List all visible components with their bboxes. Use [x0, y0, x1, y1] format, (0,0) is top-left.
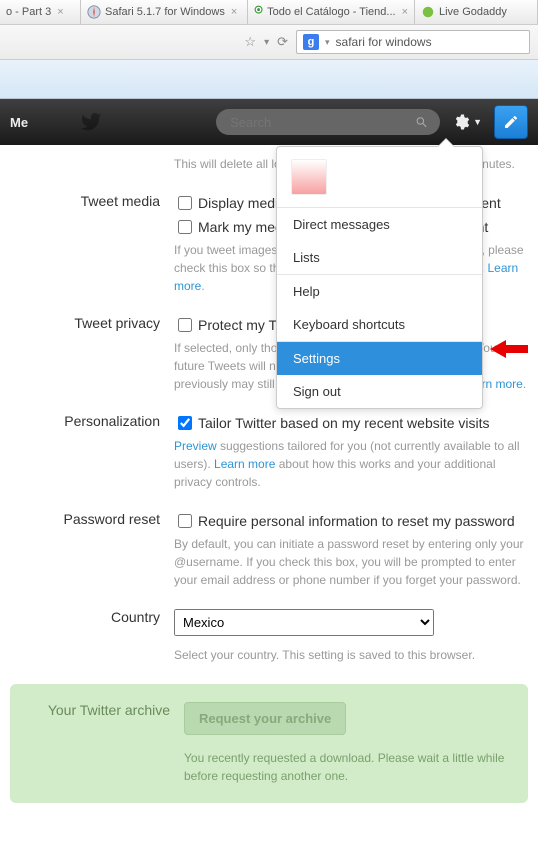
option-label: Require personal information to reset my… [198, 513, 515, 529]
window-chrome-band [0, 60, 538, 99]
google-icon: g [303, 34, 319, 50]
avatar [291, 159, 327, 195]
dropdown-icon[interactable]: ▾ [264, 37, 269, 48]
gear-menu-button[interactable]: ▼ [452, 113, 482, 131]
tab-title: o - Part 3 [6, 6, 51, 18]
browser-tab-strip: o - Part 3 × Safari 5.1.7 for Windows × … [0, 0, 538, 25]
checkbox-display-media[interactable] [178, 196, 192, 210]
menu-item-help[interactable]: Help [277, 275, 482, 308]
star-icon[interactable]: ☆ [244, 34, 256, 50]
close-icon[interactable]: × [231, 6, 237, 18]
close-icon[interactable]: × [402, 6, 408, 18]
dropdown-icon[interactable]: ▾ [325, 37, 330, 48]
search-field[interactable] [228, 114, 415, 131]
app-navbar: Me ▼ [0, 99, 538, 145]
section-label: Personalization [10, 413, 174, 491]
safari-icon [87, 5, 101, 19]
menu-item-settings[interactable]: Settings [277, 342, 482, 375]
search-icon [415, 115, 428, 129]
option-label: Tailor Twitter based on my recent websit… [198, 415, 490, 431]
close-icon[interactable]: × [57, 6, 63, 18]
learn-more-link[interactable]: Learn more [214, 457, 275, 471]
country-select[interactable]: Mexico [174, 609, 434, 636]
zen-icon [254, 5, 263, 19]
checkbox-mark-media[interactable] [178, 220, 192, 234]
checkbox-protect-tweets[interactable] [178, 318, 192, 332]
row-password-reset: Password reset Require personal informat… [10, 501, 528, 599]
tab-title: Todo el Catálogo - Tiend... [267, 6, 395, 18]
tab-title: Live Godaddy [439, 6, 507, 18]
tab-title: Safari 5.1.7 for Windows [105, 6, 225, 18]
row-personalization: Personalization Tailor Twitter based on … [10, 403, 528, 501]
hint-text: Preview suggestions tailored for you (no… [174, 437, 528, 491]
gear-icon [452, 113, 470, 131]
browser-toolbar: ☆ ▾ ⟳ g ▾ safari for windows [0, 25, 538, 60]
browser-search-box[interactable]: g ▾ safari for windows [296, 30, 530, 54]
browser-tab[interactable]: Safari 5.1.7 for Windows × [81, 0, 248, 24]
preview-link[interactable]: Preview [174, 439, 217, 453]
browser-tab[interactable]: Live Godaddy [415, 0, 538, 24]
dropdown-profile[interactable] [277, 147, 482, 207]
section-label: Country [10, 609, 174, 664]
hint-text: Select your country. This setting is sav… [174, 646, 528, 664]
checkbox-tailor-twitter[interactable] [178, 416, 192, 430]
search-input[interactable] [216, 109, 440, 135]
dropdown-caret-icon [438, 139, 454, 147]
reload-icon[interactable]: ⟳ [277, 34, 288, 50]
hint-text: By default, you can initiate a password … [174, 535, 528, 589]
twitter-bird-icon [80, 111, 102, 133]
checkbox-require-personal-info[interactable] [178, 514, 192, 528]
section-label: Your Twitter archive [20, 702, 184, 785]
search-query: safari for windows [336, 35, 432, 49]
menu-item-direct-messages[interactable]: Direct messages [277, 208, 482, 241]
nav-me[interactable]: Me [10, 115, 28, 130]
browser-tab[interactable]: o - Part 3 × [0, 0, 81, 24]
section-label: Tweet media [10, 193, 174, 295]
request-archive-button[interactable]: Request your archive [184, 702, 346, 735]
compose-tweet-button[interactable] [494, 105, 528, 139]
gear-dropdown: Direct messages Lists Help Keyboard shor… [276, 146, 483, 409]
compose-icon [503, 114, 519, 130]
menu-item-keyboard-shortcuts[interactable]: Keyboard shortcuts [277, 308, 482, 341]
hint-text: You recently requested a download. Pleas… [184, 749, 518, 785]
section-label: Tweet privacy [10, 315, 174, 393]
row-country: Country Mexico Select your country. This… [10, 599, 528, 674]
browser-tab[interactable]: Todo el Catálogo - Tiend... × [248, 0, 415, 24]
menu-item-sign-out[interactable]: Sign out [277, 375, 482, 408]
archive-section: Your Twitter archive Request your archiv… [10, 684, 528, 803]
menu-item-lists[interactable]: Lists [277, 241, 482, 274]
godaddy-icon [421, 5, 435, 19]
section-label: Password reset [10, 511, 174, 589]
annotation-arrow-icon [490, 338, 528, 363]
